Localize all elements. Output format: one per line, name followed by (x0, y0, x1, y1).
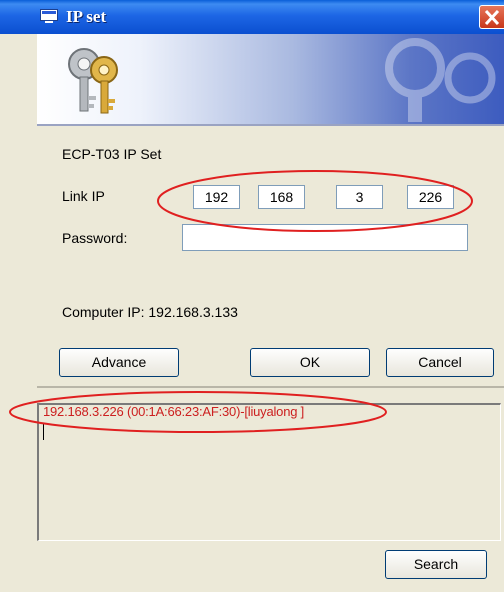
ok-button[interactable]: OK (250, 348, 370, 377)
keys-icon (68, 48, 118, 114)
window-title: IP set (66, 7, 107, 26)
search-results-list[interactable] (37, 403, 501, 541)
banner-decoration (385, 38, 496, 122)
link-ip-label: Link IP (62, 188, 105, 204)
search-button[interactable]: Search (385, 550, 487, 579)
advance-button[interactable]: Advance (59, 348, 179, 377)
window-icon (40, 9, 58, 23)
dialog-heading: ECP-T03 IP Set (62, 146, 162, 162)
cancel-button[interactable]: Cancel (386, 348, 494, 377)
ip-octet-1-input[interactable]: 192 (193, 185, 240, 209)
ip-octet-4-input[interactable]: 226 (407, 185, 454, 209)
result-item-device[interactable]: 192.168.3.226 (00:1A:66:23:AF:30)-[liuya… (43, 404, 304, 419)
title-bar[interactable]: IP set (0, 0, 504, 34)
text-caret (43, 423, 44, 440)
computer-ip-text: Computer IP: 192.168.3.133 (62, 304, 238, 320)
close-icon (484, 10, 500, 25)
ip-octet-2-input[interactable]: 168 (258, 185, 305, 209)
password-label: Password: (62, 230, 128, 246)
close-button[interactable] (479, 5, 504, 29)
ip-octet-3-input[interactable]: 3 (336, 185, 383, 209)
ip-set-dialog: IP set ECP-T03 IP Set Link IP 192 168 3 … (0, 0, 504, 592)
banner-divider (37, 124, 504, 126)
password-input[interactable] (182, 224, 468, 251)
section-divider (37, 386, 504, 388)
